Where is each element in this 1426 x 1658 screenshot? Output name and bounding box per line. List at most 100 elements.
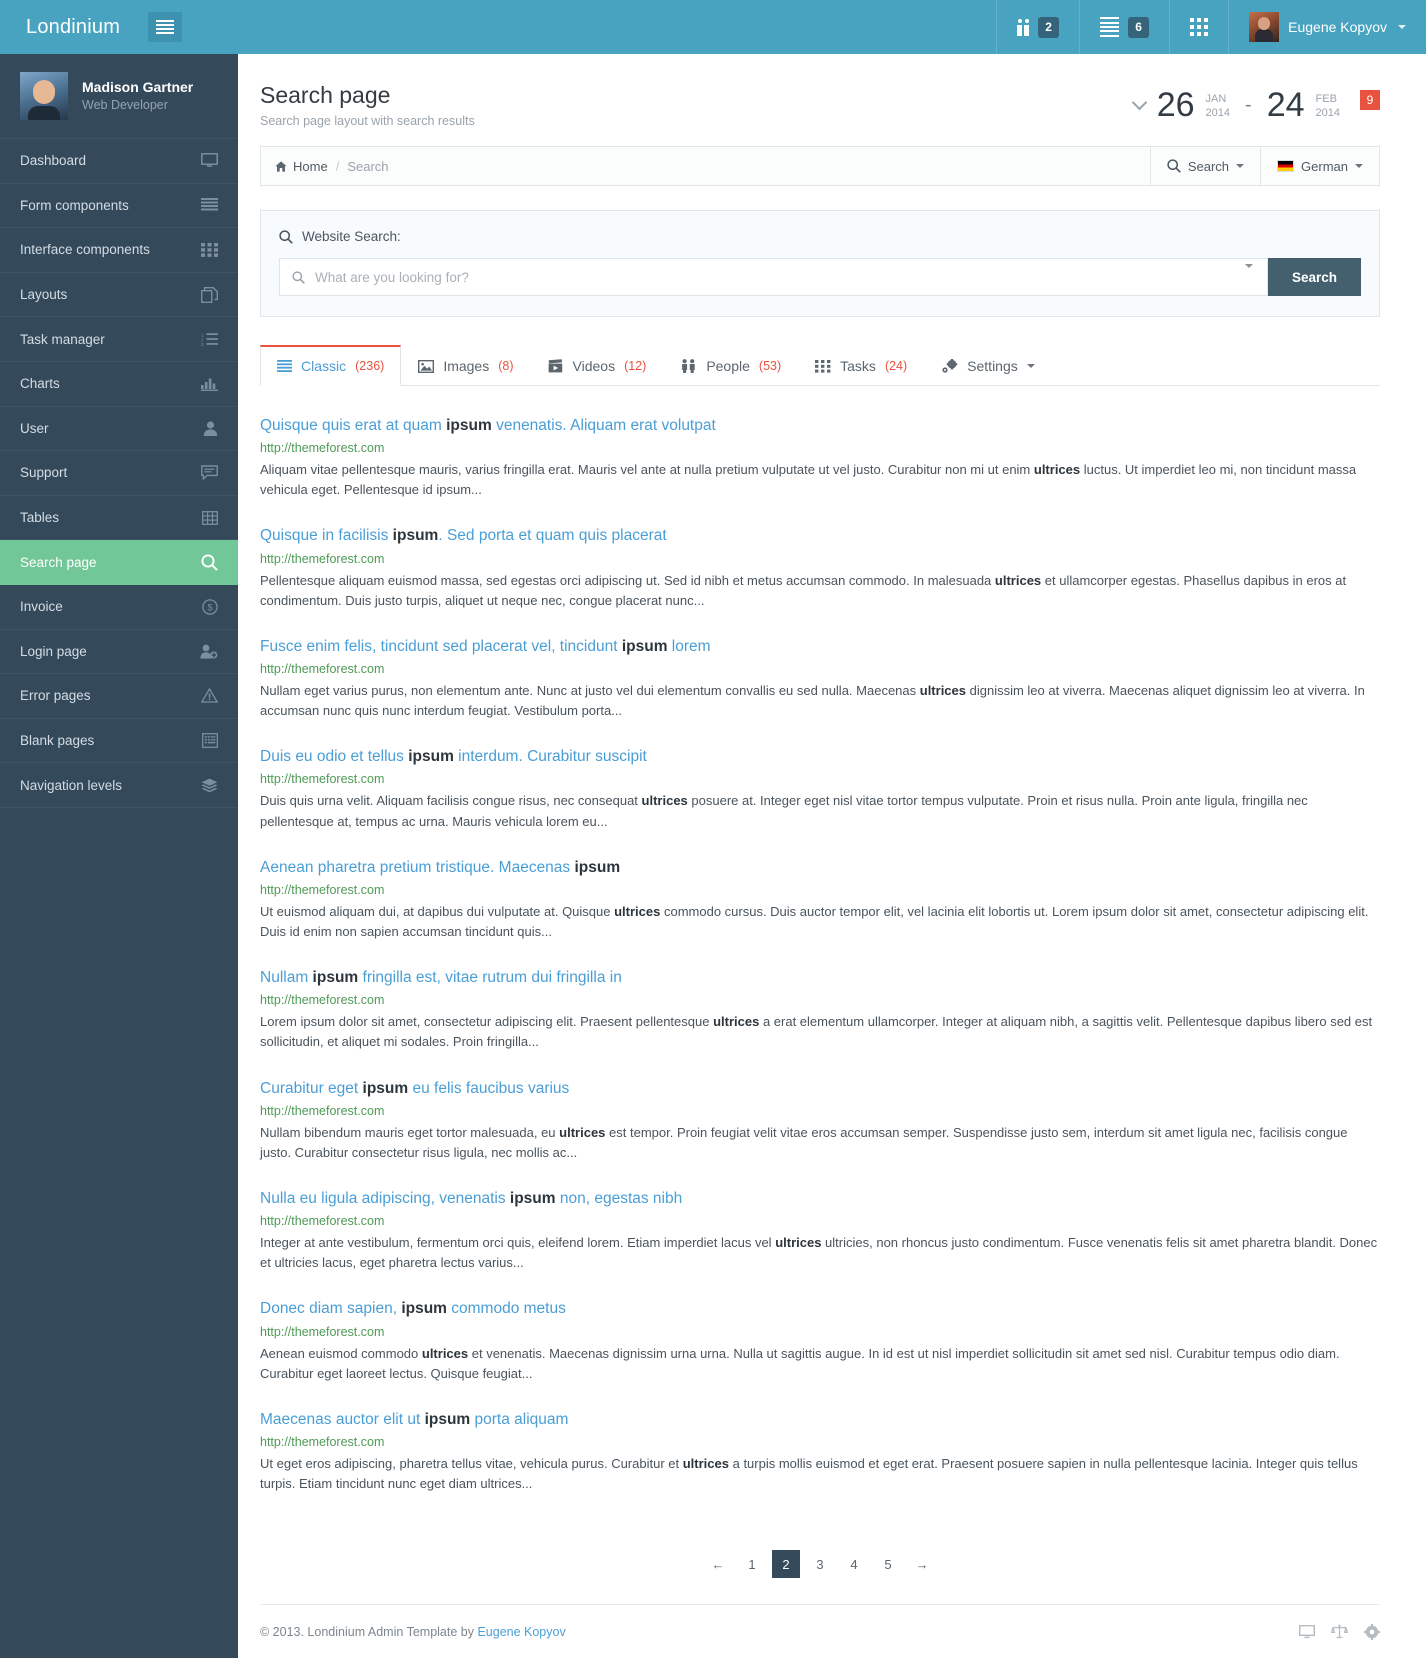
footer-author-link[interactable]: Eugene Kopyov — [477, 1625, 565, 1639]
result-title-highlight: ipsum — [408, 748, 454, 766]
page-header-titles: Search page Search page layout with sear… — [260, 82, 475, 128]
result-title-highlight: ipsum — [392, 527, 439, 545]
sidebar-item-charts[interactable]: Charts — [0, 362, 238, 407]
search-result-item: Quisque in facilisis ipsum. Sed porta et… — [260, 526, 1380, 610]
pagination-page-3[interactable]: 3 — [806, 1550, 834, 1578]
result-description: Duis quis urna velit. Aliquam facilisis … — [260, 791, 1380, 831]
tab-people[interactable]: People (53) — [663, 346, 798, 386]
search-icon — [292, 270, 305, 284]
search-input[interactable] — [315, 269, 1245, 285]
result-title[interactable]: Duis eu odio et tellus ipsum interdum. C… — [260, 747, 1380, 767]
result-desc-pre: Pellentesque aliquam euismod massa, sed … — [260, 572, 995, 588]
navbar-messages-button[interactable]: 6 — [1079, 0, 1169, 54]
tab-images[interactable]: Images (8) — [401, 346, 530, 386]
monitor-icon — [201, 153, 218, 168]
sidebar-item-layouts[interactable]: Layouts — [0, 273, 238, 318]
sidebar-item-dashboard[interactable]: Dashboard — [0, 139, 238, 184]
monitor-icon[interactable] — [1299, 1624, 1315, 1639]
result-desc-highlight: ultrices — [421, 1345, 469, 1361]
tab-label: Settings — [967, 358, 1018, 374]
result-url[interactable]: http://themeforest.com — [260, 1104, 1380, 1118]
sidebar-item-label: Task manager — [20, 331, 105, 347]
date-range-picker[interactable]: 26 JAN 2014 - 24 FEB 2014 9 — [1131, 82, 1380, 122]
navbar-user-menu[interactable]: Eugene Kopyov — [1228, 0, 1426, 54]
sidebar-item-interface-components[interactable]: Interface components — [0, 228, 238, 273]
tab-classic[interactable]: Classic (236) — [260, 345, 402, 386]
result-url[interactable]: http://themeforest.com — [260, 1214, 1380, 1228]
gear-icon[interactable] — [1364, 1623, 1380, 1640]
brand-title: Londinium — [26, 15, 121, 38]
page-subtitle: Search page layout with search results — [260, 114, 475, 128]
result-url[interactable]: http://themeforest.com — [260, 772, 1380, 786]
video-icon — [548, 359, 564, 373]
pagination-page-1[interactable]: 1 — [738, 1550, 766, 1578]
result-title[interactable]: Quisque in facilisis ipsum. Sed porta et… — [260, 526, 1380, 546]
result-title[interactable]: Fusce enim felis, tincidunt sed placerat… — [260, 637, 1380, 657]
result-url[interactable]: http://themeforest.com — [260, 1435, 1380, 1449]
sidebar-item-form-components[interactable]: Form components — [0, 184, 238, 229]
tab-settings[interactable]: Settings — [924, 346, 1052, 386]
result-title[interactable]: Quisque quis erat at quam ipsum venenati… — [260, 416, 1380, 436]
result-title[interactable]: Nulla eu ligula adipiscing, venenatis ip… — [260, 1189, 1380, 1209]
result-url[interactable]: http://themeforest.com — [260, 662, 1380, 676]
result-description: Lorem ipsum dolor sit amet, consectetur … — [260, 1012, 1380, 1052]
breadcrumb-language-dropdown[interactable]: German — [1260, 147, 1379, 185]
tab-tasks[interactable]: Tasks (24) — [798, 346, 924, 386]
sidebar-item-support[interactable]: Support — [0, 451, 238, 496]
sidebar-item-invoice[interactable]: Invoice $ — [0, 585, 238, 630]
breadcrumb-search-dropdown[interactable]: Search — [1149, 147, 1260, 185]
result-title[interactable]: Aenean pharetra pretium tristique. Maece… — [260, 858, 1380, 878]
result-description: Nullam bibendum mauris eget tortor males… — [260, 1123, 1380, 1163]
tab-label: People — [706, 358, 750, 374]
people-icon — [1017, 18, 1030, 36]
result-title[interactable]: Maecenas auctor elit ut ipsum porta aliq… — [260, 1410, 1380, 1430]
result-url[interactable]: http://themeforest.com — [260, 993, 1380, 1007]
chevron-down-icon[interactable] — [1244, 264, 1253, 286]
sidebar-item-search-page[interactable]: Search page — [0, 540, 238, 585]
sidebar-item-blank-pages[interactable]: Blank pages — [0, 719, 238, 764]
navbar-apps-button[interactable] — [1169, 0, 1228, 54]
search-input-wrapper[interactable] — [279, 258, 1268, 296]
result-desc-pre: Nullam bibendum mauris eget tortor males… — [260, 1124, 560, 1140]
sidebar-item-user[interactable]: User — [0, 407, 238, 452]
search-input-row: Search — [279, 258, 1361, 296]
pagination-page-2[interactable]: 2 — [772, 1550, 800, 1579]
result-desc-pre: Aliquam vitae pellentesque mauris, variu… — [260, 462, 1034, 478]
search-button[interactable]: Search — [1267, 258, 1361, 296]
breadcrumb-home[interactable]: Home — [275, 159, 328, 174]
tab-videos[interactable]: Videos (12) — [531, 346, 664, 386]
result-desc-pre: Aenean euismod commodo — [260, 1345, 422, 1361]
hamburger-icon[interactable] — [148, 12, 183, 42]
tab-label: Images — [443, 358, 490, 374]
result-title-post: porta aliquam — [470, 1410, 569, 1428]
sidebar-profile[interactable]: Madison Gartner Web Developer — [0, 54, 238, 139]
footer-icons — [1299, 1623, 1380, 1640]
pagination-page-5[interactable]: 5 — [874, 1550, 902, 1578]
sidebar-item-tables[interactable]: Tables — [0, 496, 238, 541]
sidebar-item-navigation-levels[interactable]: Navigation levels — [0, 763, 238, 808]
flag-de-icon — [1277, 160, 1295, 172]
result-url[interactable]: http://themeforest.com — [260, 441, 1380, 455]
sidebar-item-login-page[interactable]: Login page — [0, 630, 238, 675]
navbar-people-button[interactable]: 2 — [996, 0, 1079, 54]
pagination-prev[interactable]: ← — [704, 1550, 732, 1578]
sidebar-item-task-manager[interactable]: Task manager 123 — [0, 317, 238, 362]
result-title-post: non, egestas nibh — [555, 1189, 683, 1207]
result-title-pre: Fusce enim felis, tincidunt sed placerat… — [260, 637, 622, 655]
result-desc-pre: Ut euismod aliquam dui, at dapibus dui v… — [260, 903, 615, 919]
ordered-list-icon: 123 — [201, 332, 218, 346]
result-title-post: interdum. Curabitur suscipit — [453, 748, 647, 766]
result-title[interactable]: Nullam ipsum fringilla est, vitae rutrum… — [260, 968, 1380, 988]
sidebar-item-label: Login page — [20, 643, 87, 659]
pagination-next[interactable]: → — [908, 1550, 936, 1578]
result-url[interactable]: http://themeforest.com — [260, 883, 1380, 897]
result-url[interactable]: http://themeforest.com — [260, 1325, 1380, 1339]
result-title[interactable]: Curabitur eget ipsum eu felis faucibus v… — [260, 1079, 1380, 1099]
result-title-pre: Nulla eu ligula adipiscing, venenatis — [260, 1189, 510, 1207]
sidebar: Madison Gartner Web Developer Dashboard … — [0, 54, 238, 1658]
sidebar-item-error-pages[interactable]: Error pages — [0, 674, 238, 719]
scales-icon[interactable] — [1331, 1624, 1348, 1639]
pagination-page-4[interactable]: 4 — [840, 1550, 868, 1578]
result-title[interactable]: Donec diam sapien, ipsum commodo metus — [260, 1299, 1380, 1319]
result-url[interactable]: http://themeforest.com — [260, 552, 1380, 566]
